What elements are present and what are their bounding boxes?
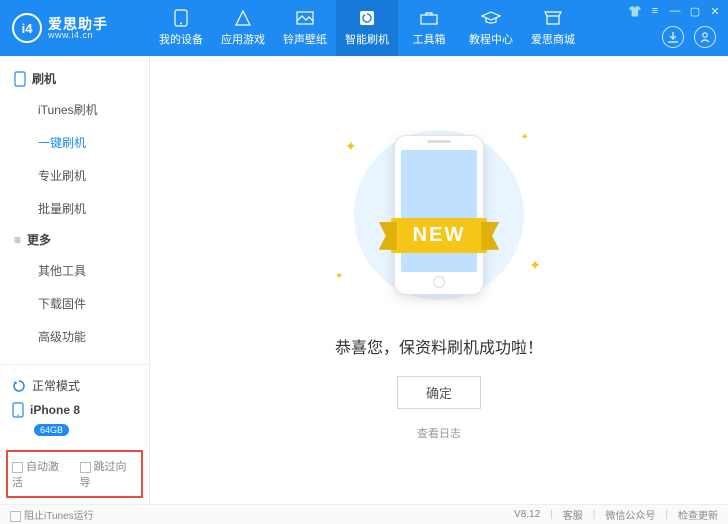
sidebar-item-itunes-flash[interactable]: iTunes刷机 xyxy=(0,93,149,126)
phone-icon xyxy=(171,9,191,27)
sidebar-section-more[interactable]: ≡ 更多 xyxy=(0,225,149,254)
check-update-link[interactable]: 检查更新 xyxy=(678,507,718,522)
maximize-icon[interactable]: ▢ xyxy=(688,4,702,18)
logo-text: 爱思助手 www.i4.cn xyxy=(48,17,108,40)
auto-activate-checkbox[interactable]: 自动激活 xyxy=(12,458,70,490)
nav-label: 工具箱 xyxy=(413,31,446,47)
status-bar: 阻止iTunes运行 V8.12 | 客服 | 微信公众号 | 检查更新 xyxy=(0,504,728,524)
nav-tutorials[interactable]: 教程中心 xyxy=(460,0,522,56)
block-itunes-checkbox[interactable]: 阻止iTunes运行 xyxy=(10,507,94,522)
phone-small-icon xyxy=(12,402,24,418)
nav-label: 爱思商城 xyxy=(531,31,575,47)
nav-my-device[interactable]: 我的设备 xyxy=(150,0,212,56)
nav-label: 应用游戏 xyxy=(221,31,265,47)
toolbox-icon xyxy=(419,9,439,27)
apps-icon xyxy=(233,9,253,27)
success-message: 恭喜您，保资料刷机成功啦！ xyxy=(335,334,543,358)
ok-button[interactable]: 确定 xyxy=(397,376,481,409)
star-icon: ✦ xyxy=(521,132,529,143)
phone-outline-icon xyxy=(14,71,26,87)
nav-label: 智能刷机 xyxy=(345,31,389,47)
store-icon xyxy=(543,9,563,27)
minimize-icon[interactable]: — xyxy=(668,4,682,18)
nav-apps[interactable]: 应用游戏 xyxy=(212,0,274,56)
nav-store[interactable]: 爱思商城 xyxy=(522,0,584,56)
app-header: i4 爱思助手 www.i4.cn 我的设备 应用游戏 铃声壁纸 智能刷机 工具… xyxy=(0,0,728,56)
main-content: NEW ✦ ✦ ✦ ✦ 恭喜您，保资料刷机成功啦！ 确定 查看日志 xyxy=(150,56,728,504)
graduation-icon xyxy=(481,9,501,27)
close-icon[interactable]: ✕ xyxy=(708,4,722,18)
nav-ringtones[interactable]: 铃声壁纸 xyxy=(274,0,336,56)
refresh-icon xyxy=(357,9,377,27)
new-ribbon: NEW xyxy=(391,218,488,253)
list-icon: ≡ xyxy=(14,233,21,247)
app-name: 爱思助手 xyxy=(48,17,108,31)
menu-icon[interactable]: ≡ xyxy=(648,4,662,18)
nav-label: 铃声壁纸 xyxy=(283,31,327,47)
star-icon: ✦ xyxy=(529,257,541,274)
sidebar-item-other-tools[interactable]: 其他工具 xyxy=(0,254,149,287)
device-name-row[interactable]: iPhone 8 xyxy=(12,398,137,422)
device-panel: 正常模式 iPhone 8 64GB xyxy=(0,364,149,444)
shirt-icon[interactable]: 👕 xyxy=(628,4,642,18)
view-log-link[interactable]: 查看日志 xyxy=(417,425,461,441)
version-label: V8.12 xyxy=(514,509,540,520)
image-icon xyxy=(295,9,315,27)
user-icon[interactable] xyxy=(694,26,716,48)
nav-toolbox[interactable]: 工具箱 xyxy=(398,0,460,56)
star-icon: ✦ xyxy=(335,271,343,282)
window-controls: 👕 ≡ — ▢ ✕ xyxy=(628,4,722,18)
wechat-link[interactable]: 微信公众号 xyxy=(605,507,655,522)
storage-badge: 64GB xyxy=(34,424,69,436)
app-url: www.i4.cn xyxy=(48,31,108,40)
logo-badge: i4 xyxy=(12,13,42,43)
nav-label: 教程中心 xyxy=(469,31,513,47)
sidebar-item-download-firmware[interactable]: 下载固件 xyxy=(0,287,149,320)
device-mode-row[interactable]: 正常模式 xyxy=(12,373,137,398)
nav-flash[interactable]: 智能刷机 xyxy=(336,0,398,56)
sidebar: 刷机 iTunes刷机 一键刷机 专业刷机 批量刷机 ≡ 更多 其他工具 下载固… xyxy=(0,56,150,504)
support-link[interactable]: 客服 xyxy=(563,507,583,522)
section-label: 刷机 xyxy=(32,70,56,87)
top-nav: 我的设备 应用游戏 铃声壁纸 智能刷机 工具箱 教程中心 爱思商城 xyxy=(150,0,584,56)
flash-options: 自动激活 跳过向导 xyxy=(6,450,143,498)
star-icon: ✦ xyxy=(345,138,357,155)
phone-graphic xyxy=(394,135,484,295)
sidebar-item-oneclick-flash[interactable]: 一键刷机 xyxy=(0,126,149,159)
logo[interactable]: i4 爱思助手 www.i4.cn xyxy=(0,13,150,43)
nav-label: 我的设备 xyxy=(159,31,203,47)
sidebar-item-advanced[interactable]: 高级功能 xyxy=(0,320,149,353)
device-name: iPhone 8 xyxy=(30,403,80,417)
app-body: 刷机 iTunes刷机 一键刷机 专业刷机 批量刷机 ≡ 更多 其他工具 下载固… xyxy=(0,56,728,504)
section-label: 更多 xyxy=(27,231,51,248)
device-mode: 正常模式 xyxy=(32,377,80,394)
sidebar-section-flash[interactable]: 刷机 xyxy=(0,64,149,93)
header-actions xyxy=(662,26,720,48)
sidebar-item-batch-flash[interactable]: 批量刷机 xyxy=(0,192,149,225)
refresh-small-icon xyxy=(12,379,26,393)
download-icon[interactable] xyxy=(662,26,684,48)
sidebar-item-pro-flash[interactable]: 专业刷机 xyxy=(0,159,149,192)
checkbox-label: 阻止iTunes运行 xyxy=(24,511,94,522)
success-illustration: NEW ✦ ✦ ✦ ✦ xyxy=(309,120,569,310)
skip-guide-checkbox[interactable]: 跳过向导 xyxy=(80,458,138,490)
